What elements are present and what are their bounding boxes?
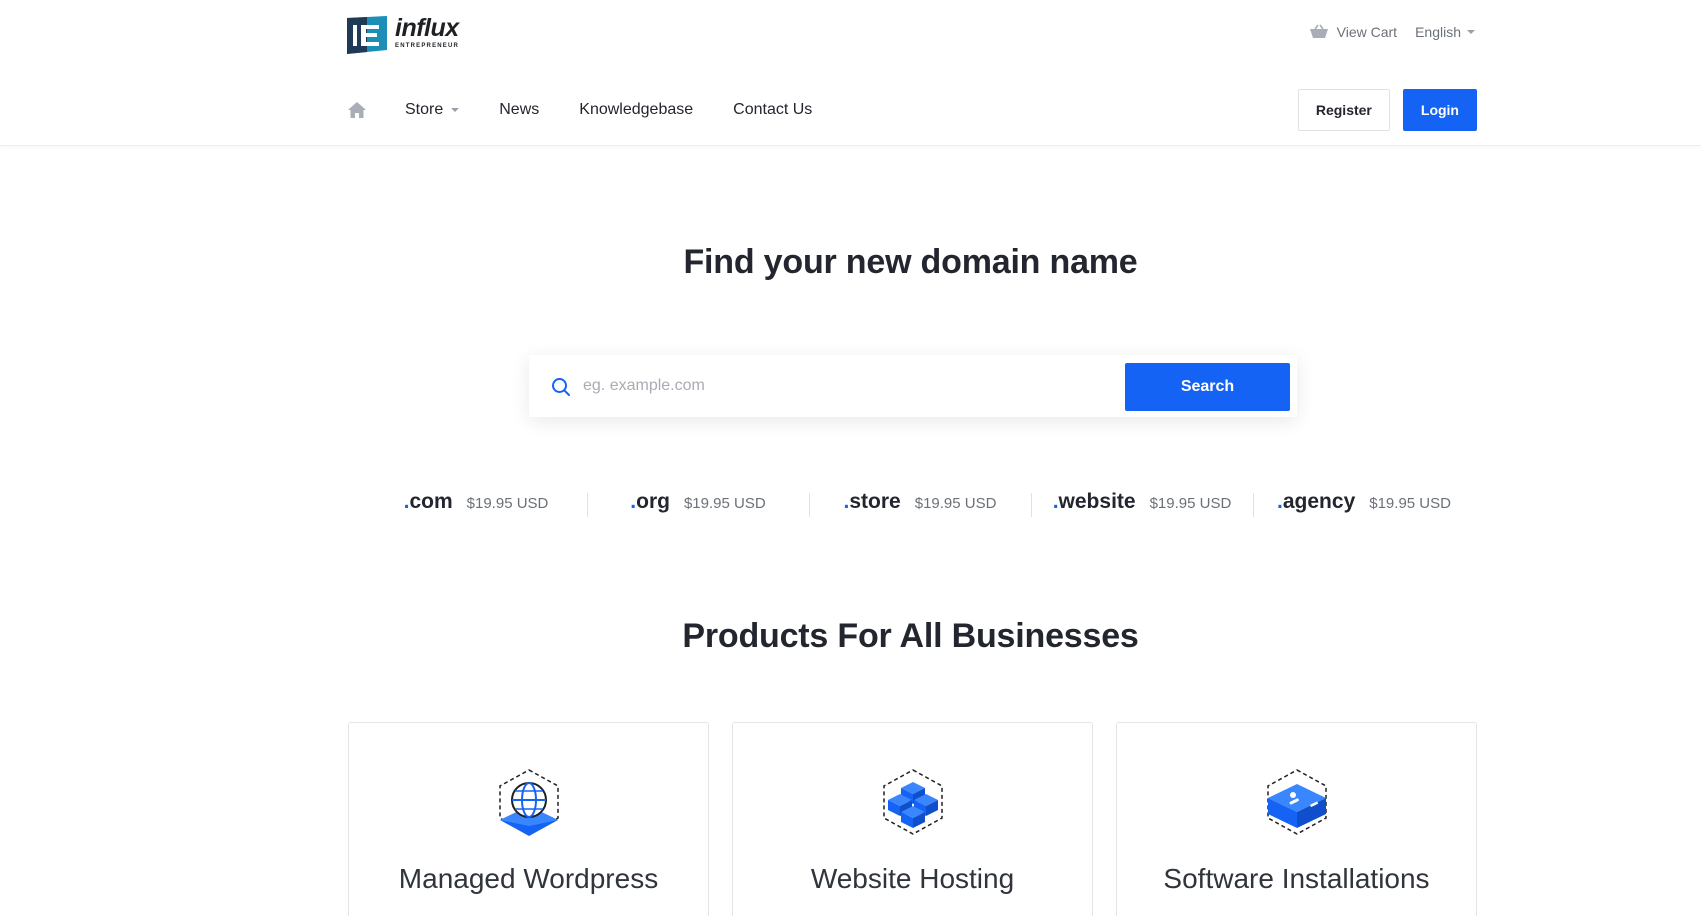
nav-item-contact-us[interactable]: Contact Us	[733, 101, 812, 119]
brand-logo[interactable]: influx ENTREPRENEUR	[347, 16, 459, 54]
tld-name: .website	[1052, 490, 1136, 513]
product-card-website-hosting[interactable]: Website Hosting	[732, 722, 1093, 916]
tld-price: $19.95 USD	[1149, 495, 1232, 512]
nav-item-label: News	[499, 101, 540, 118]
hero-title: Find your new domain name	[683, 243, 1138, 281]
tld-name: .agency	[1277, 490, 1356, 513]
nav-item-store[interactable]: Store	[405, 101, 460, 119]
chevron-down-icon	[451, 108, 460, 112]
main-nav: Store News Knowledgebase Contact Us	[347, 98, 852, 122]
logo-mark-icon	[347, 16, 387, 54]
auth-buttons: Register Login	[1297, 89, 1477, 131]
server-box-icon	[1267, 769, 1327, 835]
logo-wordmark: influx	[395, 14, 459, 42]
language-selector[interactable]: English	[1415, 24, 1475, 40]
search-button[interactable]: Search	[1125, 363, 1290, 411]
products-section-title: Products For All Businesses	[682, 617, 1139, 655]
tld-price: $19.95 USD	[683, 495, 766, 512]
nav-item-news[interactable]: News	[499, 101, 539, 119]
product-card-title: Managed Wordpress	[398, 863, 659, 894]
nav-item-label: Contact Us	[733, 101, 813, 118]
tld-name: .store	[843, 490, 901, 513]
site-header: influx ENTREPRENEUR View Cart English St…	[0, 0, 1701, 146]
domain-search-box: Search	[529, 355, 1297, 417]
basket-icon	[1309, 24, 1328, 38]
login-button[interactable]: Login	[1402, 89, 1477, 131]
tld-item-website[interactable]: .website $19.95 USD	[1031, 490, 1253, 517]
tld-price: $19.95 USD	[466, 495, 549, 512]
stacked-cubes-icon	[883, 769, 943, 835]
product-card-title: Software Installations	[1163, 863, 1430, 894]
tld-name: .org	[630, 490, 670, 513]
tld-pricing-list: .com $19.95 USD .org $19.95 USD .store $…	[365, 486, 1475, 518]
product-card-software-installations[interactable]: Software Installations	[1116, 722, 1477, 916]
home-icon[interactable]	[347, 100, 367, 120]
domain-search-input[interactable]	[583, 369, 1123, 403]
tld-price: $19.95 USD	[914, 495, 997, 512]
logo-tagline: ENTREPRENEUR	[395, 43, 460, 49]
nav-item-label: Knowledgebase	[579, 101, 694, 118]
logo-text: influx ENTREPRENEUR	[395, 14, 460, 50]
globe-cube-icon	[499, 769, 559, 836]
tld-item-org[interactable]: .org $19.95 USD	[587, 490, 809, 517]
language-label: English	[1415, 24, 1461, 40]
search-icon	[552, 378, 570, 396]
view-cart-label: View Cart	[1336, 24, 1398, 40]
nav-item-label: Store	[405, 101, 444, 118]
tld-item-store[interactable]: .store $19.95 USD	[809, 490, 1031, 517]
product-card-managed-wordpress[interactable]: Managed Wordpress	[348, 722, 709, 916]
view-cart-link[interactable]: View Cart	[1309, 24, 1397, 40]
tld-price: $19.95 USD	[1369, 495, 1451, 512]
nav-item-knowledgebase[interactable]: Knowledgebase	[579, 101, 693, 119]
tld-item-agency[interactable]: .agency $19.95 USD	[1253, 490, 1475, 517]
tld-name: .com	[403, 490, 453, 513]
tld-item-com[interactable]: .com $19.95 USD	[365, 490, 587, 514]
register-button[interactable]: Register	[1297, 89, 1390, 131]
top-utility-bar: View Cart English	[1309, 24, 1475, 40]
chevron-down-icon	[1467, 30, 1475, 34]
product-card-title: Website Hosting	[810, 863, 1015, 894]
